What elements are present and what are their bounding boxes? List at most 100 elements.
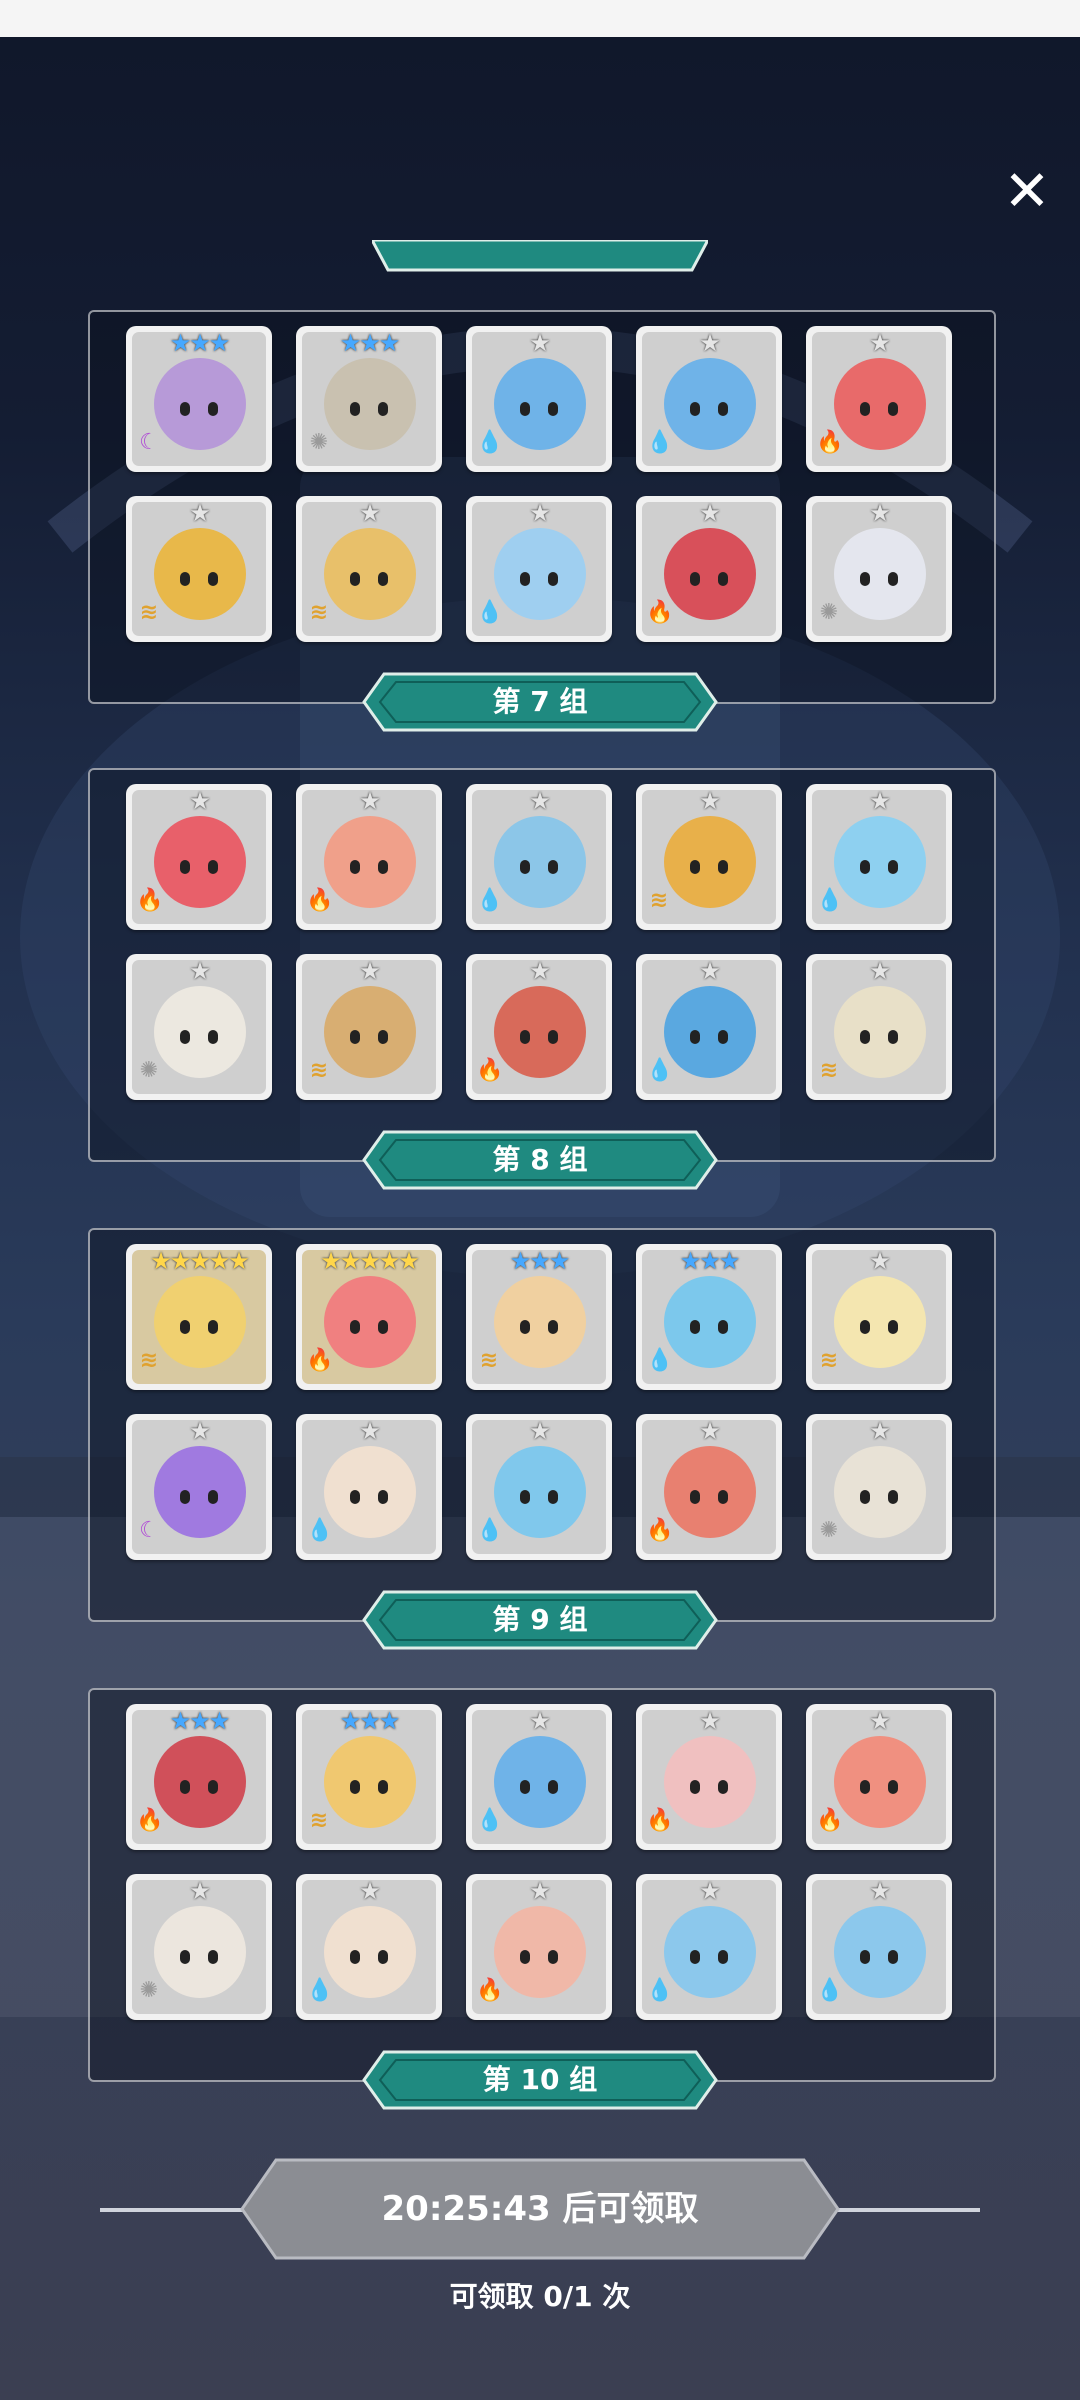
hero-card[interactable]: ★ ✺ — [126, 954, 272, 1100]
hero-eye — [180, 1030, 190, 1044]
wind-icon: ≋ — [479, 1348, 499, 1373]
hero-eye — [548, 1320, 558, 1334]
hero-eye — [350, 1320, 360, 1334]
hero-card[interactable]: ★ ≋ — [806, 1244, 952, 1390]
hero-figure — [494, 358, 586, 450]
hero-card[interactable]: ★ 🔥 — [636, 1704, 782, 1850]
hero-card[interactable]: ★★★ ✺ — [296, 326, 442, 472]
hero-figure — [834, 528, 926, 620]
star-rating: ★ — [699, 787, 721, 815]
star-rating: ★ — [359, 499, 381, 527]
hero-figure — [664, 358, 756, 450]
hero-card[interactable]: ★ 🔥 — [806, 326, 952, 472]
hero-card[interactable]: ★ 💧 — [636, 954, 782, 1100]
hero-eye — [180, 572, 190, 586]
hero-figure — [154, 1446, 246, 1538]
wind-icon: ≋ — [309, 600, 329, 625]
close-button[interactable]: ✕ — [995, 160, 1059, 224]
hero-eye — [208, 1490, 218, 1504]
star-rating: ★ — [529, 329, 551, 357]
hero-card[interactable]: ★ 💧 — [296, 1874, 442, 2020]
hero-eye — [350, 860, 360, 874]
star-rating: ★ — [869, 1707, 891, 1735]
claim-button[interactable]: 20:25:43 后可领取 — [240, 2158, 840, 2260]
sun-icon: ✺ — [819, 600, 839, 625]
flame-icon: 🔥 — [306, 888, 334, 913]
hero-card[interactable]: ★ 🔥 — [126, 784, 272, 930]
hero-eye — [350, 1780, 360, 1794]
hero-figure — [494, 528, 586, 620]
hero-card[interactable]: ★ ≋ — [126, 496, 272, 642]
hero-eye — [690, 572, 700, 586]
hero-eye — [718, 1320, 728, 1334]
hero-card[interactable]: ★ 🔥 — [806, 1704, 952, 1850]
hero-card[interactable]: ★ 💧 — [466, 326, 612, 472]
hero-card[interactable]: ★★★ ≋ — [296, 1704, 442, 1850]
group-banner: 第 7 组 — [362, 672, 718, 732]
hero-card[interactable]: ★ 🔥 — [466, 954, 612, 1100]
hero-card[interactable]: ★ ≋ — [806, 954, 952, 1100]
group-panel: ★★★ 🔥 ★★★ ≋ ★ 💧 ★ 🔥 ★ 🔥 ★ ✺ ★ 💧 ★ 🔥 ★ 💧 ★ 💧 — [88, 1688, 996, 2082]
hero-figure — [154, 358, 246, 450]
hero-card[interactable]: ★★★ 💧 — [636, 1244, 782, 1390]
hero-card[interactable]: ★ ☾ — [126, 1414, 272, 1560]
hero-card[interactable]: ★ ✺ — [126, 1874, 272, 2020]
hero-eye — [208, 1950, 218, 1964]
hero-eye — [520, 402, 530, 416]
hero-figure — [834, 1276, 926, 1368]
sun-icon: ✺ — [139, 1978, 159, 2003]
hero-card[interactable]: ★ 🔥 — [636, 496, 782, 642]
hero-eye — [888, 572, 898, 586]
hero-card[interactable]: ★ ✺ — [806, 496, 952, 642]
water-drop-icon: 💧 — [476, 430, 504, 455]
star-rating: ★ — [529, 1707, 551, 1735]
hero-card[interactable]: ★★★★★ ≋ — [126, 1244, 272, 1390]
hero-card[interactable]: ★ ≋ — [296, 496, 442, 642]
hero-eye — [548, 860, 558, 874]
group-banner-label: 第 10 组 — [482, 2063, 598, 2096]
hero-eye — [378, 1030, 388, 1044]
hero-card[interactable]: ★★★ ≋ — [466, 1244, 612, 1390]
water-drop-icon: 💧 — [476, 1518, 504, 1543]
hero-eye — [888, 1950, 898, 1964]
star-rating: ★ — [699, 1707, 721, 1735]
hero-eye — [548, 572, 558, 586]
hero-card[interactable]: ★ 💧 — [466, 496, 612, 642]
wind-icon: ≋ — [309, 1058, 329, 1083]
hero-card[interactable]: ★ 🔥 — [636, 1414, 782, 1560]
hero-card[interactable]: ★ 💧 — [806, 784, 952, 930]
hero-card[interactable]: ★★★ 🔥 — [126, 1704, 272, 1850]
hero-card[interactable]: ★ 🔥 — [466, 1874, 612, 2020]
hero-card[interactable]: ★★★ ☾ — [126, 326, 272, 472]
hero-card[interactable]: ★ 💧 — [296, 1414, 442, 1560]
hero-eye — [548, 1030, 558, 1044]
star-rating: ★ — [869, 499, 891, 527]
hero-card[interactable]: ★ ≋ — [636, 784, 782, 930]
star-rating: ★★★ — [339, 329, 401, 357]
hero-eye — [718, 572, 728, 586]
hero-card[interactable]: ★ 💧 — [636, 1874, 782, 2020]
hero-figure — [834, 1736, 926, 1828]
hero-eye — [860, 1030, 870, 1044]
hero-card[interactable]: ★ 💧 — [466, 1704, 612, 1850]
hero-card[interactable]: ★ 💧 — [806, 1874, 952, 2020]
hero-eye — [208, 402, 218, 416]
hero-card[interactable]: ★ 💧 — [466, 1414, 612, 1560]
flame-icon: 🔥 — [476, 1978, 504, 2003]
hero-eye — [520, 1490, 530, 1504]
star-rating: ★ — [869, 1877, 891, 1905]
divider-right — [830, 2208, 980, 2212]
hero-eye — [350, 402, 360, 416]
hero-card[interactable]: ★ 💧 — [636, 326, 782, 472]
hero-card[interactable]: ★ ≋ — [296, 954, 442, 1100]
hero-card[interactable]: ★ 🔥 — [296, 784, 442, 930]
hero-figure — [494, 1276, 586, 1368]
hero-eye — [208, 572, 218, 586]
star-rating: ★ — [869, 787, 891, 815]
hero-card[interactable]: ★★★★★ 🔥 — [296, 1244, 442, 1390]
hero-card[interactable]: ★ ✺ — [806, 1414, 952, 1560]
star-rating: ★ — [189, 787, 211, 815]
hero-figure — [324, 1906, 416, 1998]
hero-card[interactable]: ★ 💧 — [466, 784, 612, 930]
group-banner: 第 8 组 — [362, 1130, 718, 1190]
